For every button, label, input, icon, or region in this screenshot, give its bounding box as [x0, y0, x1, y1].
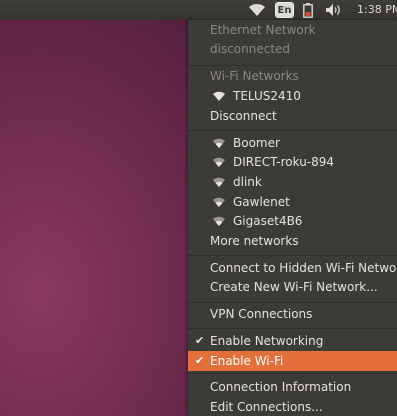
enable-networking-label: Enable Networking — [210, 334, 324, 348]
network-name: dlink — [233, 175, 262, 189]
network-item[interactable]: Gawlenet — [188, 192, 397, 212]
connect-hidden-network-item[interactable]: Connect to Hidden Wi-Fi Network... — [188, 258, 397, 278]
wifi-indicator-icon[interactable] — [247, 2, 267, 18]
network-item-connected[interactable]: TELUS2410 — [188, 86, 397, 106]
network-name: DIRECT-roku-894 — [233, 155, 335, 169]
wifi-signal-icon — [213, 91, 225, 101]
disconnect-item[interactable]: Disconnect — [188, 106, 397, 126]
connection-information-item[interactable]: Connection Information — [188, 377, 397, 397]
enable-wifi-item[interactable]: ✔ Enable Wi-Fi — [188, 351, 397, 371]
wifi-signal-icon — [213, 157, 225, 167]
ethernet-header: Ethernet Network — [210, 23, 316, 37]
wifi-header: Wi-Fi Networks — [210, 69, 299, 83]
network-name: TELUS2410 — [233, 89, 301, 103]
network-item[interactable]: Gigaset4B6 — [188, 211, 397, 231]
wifi-signal-icon — [213, 138, 225, 148]
more-networks-item[interactable]: More networks — [188, 231, 397, 251]
check-icon: ✔ — [195, 354, 205, 367]
separator — [188, 302, 397, 303]
ethernet-status: disconnected — [210, 42, 291, 56]
wifi-signal-icon — [213, 177, 225, 187]
network-name: Gigaset4B6 — [233, 214, 303, 228]
wifi-signal-icon — [213, 216, 225, 226]
battery-icon[interactable] — [302, 2, 314, 18]
top-panel: En 1:38 PM — [0, 0, 397, 20]
edit-connections-item[interactable]: Edit Connections... — [188, 397, 397, 416]
network-item[interactable]: dlink — [188, 172, 397, 192]
separator — [188, 328, 397, 329]
network-name: Gawlenet — [233, 195, 290, 209]
enable-networking-item[interactable]: ✔ Enable Networking — [188, 331, 397, 351]
separator — [188, 373, 397, 374]
wifi-signal-icon — [213, 197, 225, 207]
clock[interactable]: 1:38 PM — [357, 3, 397, 16]
separator — [188, 130, 397, 131]
create-new-network-item[interactable]: Create New Wi-Fi Network... — [188, 277, 397, 297]
vpn-connections-item[interactable]: VPN Connections — [188, 304, 397, 324]
keyboard-layout-indicator[interactable]: En — [275, 2, 294, 18]
network-name: Boomer — [233, 136, 280, 150]
enable-wifi-label: Enable Wi-Fi — [210, 354, 284, 368]
check-icon: ✔ — [195, 334, 205, 347]
network-item[interactable]: DIRECT-roku-894 — [188, 152, 397, 172]
network-menu: Ethernet Network disconnected Wi-Fi Netw… — [188, 20, 397, 416]
separator — [188, 255, 397, 256]
network-item[interactable]: Boomer — [188, 133, 397, 153]
volume-icon[interactable] — [325, 2, 343, 18]
